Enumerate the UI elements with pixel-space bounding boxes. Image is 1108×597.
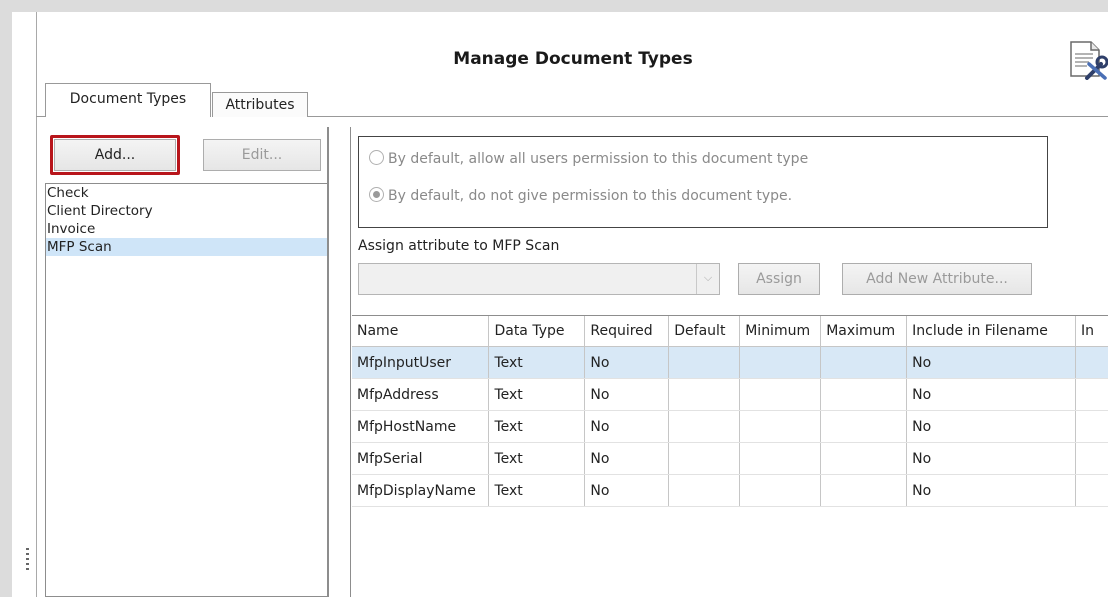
- grid-header-row: Name Data Type Required Default Minimum …: [352, 316, 1108, 347]
- tab-attributes[interactable]: Attributes: [212, 92, 308, 117]
- document-types-panel: Add... Edit... Check Client Directory In…: [45, 127, 329, 597]
- cell-data-type[interactable]: Text: [488, 410, 586, 443]
- list-item-selected[interactable]: MFP Scan: [46, 238, 327, 256]
- cell-data-type[interactable]: Text: [488, 442, 586, 475]
- list-item[interactable]: Invoice: [46, 220, 327, 238]
- cell-include-in-filename[interactable]: No: [906, 474, 1076, 507]
- resize-grip[interactable]: [26, 548, 29, 570]
- radio-deny-label: By default, do not give permission to th…: [388, 188, 793, 204]
- assign-button[interactable]: Assign: [738, 263, 820, 295]
- cell-maximum[interactable]: [820, 346, 908, 379]
- add-button[interactable]: Add...: [54, 139, 176, 171]
- outer-frame-top: [0, 0, 1108, 12]
- cell-maximum[interactable]: [820, 474, 908, 507]
- column-header-minimum[interactable]: Minimum: [739, 316, 822, 347]
- radio-allow-label: By default, allow all users permission t…: [388, 151, 809, 167]
- edit-button[interactable]: Edit...: [203, 139, 321, 171]
- cell-default[interactable]: [668, 474, 741, 507]
- cell-name[interactable]: MfpHostName: [352, 410, 490, 443]
- column-header-default[interactable]: Default: [668, 316, 741, 347]
- document-type-list[interactable]: Check Client Directory Invoice MFP Scan: [45, 183, 327, 597]
- assign-attribute-label: Assign attribute to MFP Scan: [358, 238, 560, 254]
- cell-include-in-filename[interactable]: No: [906, 378, 1076, 411]
- cell-extra[interactable]: [1075, 442, 1108, 475]
- tab-strip-line: [36, 116, 45, 117]
- cell-maximum[interactable]: [820, 378, 908, 411]
- cell-required[interactable]: No: [584, 474, 670, 507]
- column-header-maximum[interactable]: Maximum: [820, 316, 908, 347]
- cell-extra[interactable]: [1075, 378, 1108, 411]
- add-new-attribute-button[interactable]: Add New Attribute...: [842, 263, 1032, 295]
- chevron-down-icon[interactable]: ⌵: [696, 264, 719, 294]
- cell-maximum[interactable]: [820, 442, 908, 475]
- list-item[interactable]: Client Directory: [46, 202, 327, 220]
- column-header-name[interactable]: Name: [352, 316, 490, 347]
- cell-minimum[interactable]: [739, 378, 822, 411]
- cell-minimum[interactable]: [739, 346, 822, 379]
- table-row[interactable]: MfpHostName Text No No: [352, 410, 1108, 443]
- radio-allow[interactable]: [369, 150, 384, 165]
- cell-name[interactable]: MfpInputUser: [352, 346, 490, 379]
- table-row[interactable]: MfpDisplayName Text No No: [352, 474, 1108, 507]
- cell-data-type[interactable]: Text: [488, 474, 586, 507]
- window-title: Manage Document Types: [453, 49, 693, 69]
- document-detail-panel: By default, allow all users permission t…: [350, 127, 1108, 597]
- tab-document-types[interactable]: Document Types: [45, 83, 211, 117]
- permission-group: By default, allow all users permission t…: [358, 136, 1048, 228]
- radio-allow-row[interactable]: By default, allow all users permission t…: [369, 149, 808, 169]
- radio-deny-row[interactable]: By default, do not give permission to th…: [369, 186, 792, 206]
- cell-name[interactable]: MfpDisplayName: [352, 474, 490, 507]
- outer-frame-left: [0, 0, 12, 597]
- cell-extra[interactable]: [1075, 410, 1108, 443]
- cell-required[interactable]: No: [584, 378, 670, 411]
- cell-extra[interactable]: [1075, 474, 1108, 507]
- cell-default[interactable]: [668, 346, 741, 379]
- column-header-data-type[interactable]: Data Type: [488, 316, 586, 347]
- cell-required[interactable]: No: [584, 346, 670, 379]
- cell-include-in-filename[interactable]: No: [906, 346, 1076, 379]
- cell-minimum[interactable]: [739, 474, 822, 507]
- cell-minimum[interactable]: [739, 442, 822, 475]
- cell-default[interactable]: [668, 378, 741, 411]
- table-row[interactable]: MfpAddress Text No No: [352, 378, 1108, 411]
- cell-required[interactable]: No: [584, 410, 670, 443]
- column-header-required[interactable]: Required: [584, 316, 670, 347]
- attribute-combo[interactable]: ⌵: [358, 263, 720, 295]
- cell-data-type[interactable]: Text: [488, 346, 586, 379]
- column-header-truncated[interactable]: In: [1075, 316, 1108, 347]
- cell-default[interactable]: [668, 442, 741, 475]
- cell-required[interactable]: No: [584, 442, 670, 475]
- cell-maximum[interactable]: [820, 410, 908, 443]
- cell-include-in-filename[interactable]: No: [906, 442, 1076, 475]
- radio-deny[interactable]: [369, 187, 384, 202]
- tab-strip-line-right: [308, 116, 1108, 117]
- cell-default[interactable]: [668, 410, 741, 443]
- table-row[interactable]: MfpInputUser Text No No: [352, 346, 1108, 379]
- cell-include-in-filename[interactable]: No: [906, 410, 1076, 443]
- cell-extra[interactable]: [1075, 346, 1108, 379]
- document-tools-icon: [1070, 41, 1108, 80]
- cell-name[interactable]: MfpSerial: [352, 442, 490, 475]
- list-item[interactable]: Check: [46, 184, 327, 202]
- attribute-grid[interactable]: Name Data Type Required Default Minimum …: [352, 315, 1108, 507]
- column-header-include-in-filename[interactable]: Include in Filename: [906, 316, 1076, 347]
- cell-name[interactable]: MfpAddress: [352, 378, 490, 411]
- table-row[interactable]: MfpSerial Text No No: [352, 442, 1108, 475]
- cell-data-type[interactable]: Text: [488, 378, 586, 411]
- cell-minimum[interactable]: [739, 410, 822, 443]
